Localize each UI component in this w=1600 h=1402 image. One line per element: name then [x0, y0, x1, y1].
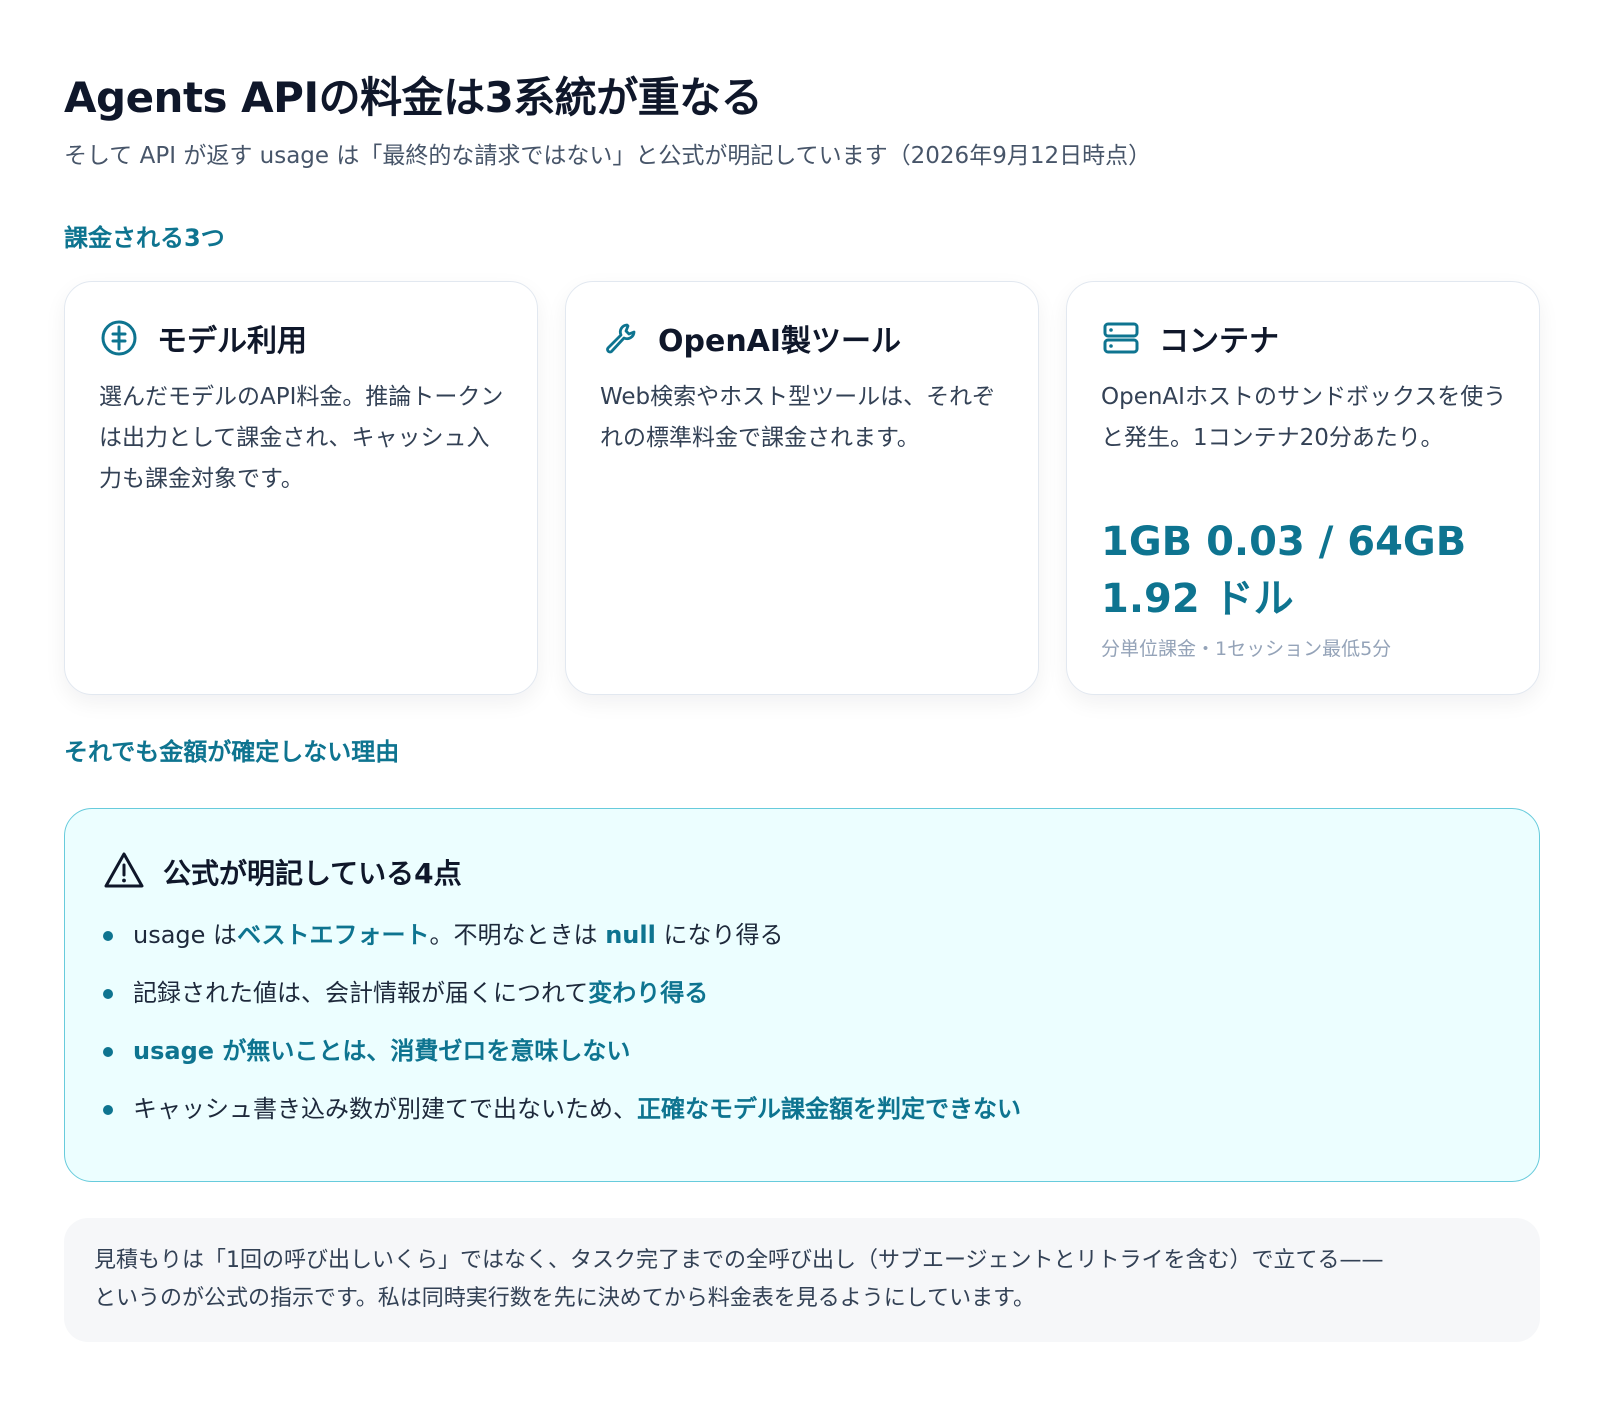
page-subtitle: そして API が返す usage は「最終的な請求ではない」と公式が明記してい… — [64, 143, 1152, 169]
notice-list: usage はベストエフォート。不明なときは null になり得る 記録された値は… — [103, 919, 1021, 1151]
card-description: OpenAIホストのサンドボックスを使うと発生。1コンテナ20分あたり。 — [1101, 384, 1507, 451]
notice-list-item: 記録された値は、会計情報が届くにつれて変わり得る — [103, 977, 1021, 1009]
card-model-usage: モデル利用 選んだモデルのAPI料金。推論トークンは出力として課金され、キャッシ… — [64, 281, 538, 695]
card-description: Web検索やホスト型ツールは、それぞれの標準料金で課金されます。 — [600, 384, 996, 451]
server-icon — [1101, 318, 1141, 358]
notice-title: 公式が明記している4点 — [163, 857, 462, 890]
card-title: OpenAI製ツール — [658, 324, 902, 359]
highlighted-text: 正確なモデル課金額を判定できない — [637, 1095, 1021, 1123]
estimate-note: 見積もりは「1回の呼び出しいくら」ではなく、タスク完了までの全呼び出し（サブエー… — [64, 1218, 1540, 1342]
highlighted-text: usage が無いことは、消費ゼロを意味しない — [133, 1037, 631, 1065]
page-title: Agents APIの料金は3系統が重なる — [64, 73, 763, 122]
card-container: コンテナ OpenAIホストのサンドボックスを使うと発生。1コンテナ20分あたり… — [1066, 281, 1540, 695]
warning-triangle-icon — [103, 851, 145, 893]
item-text: 。不明なときは — [429, 921, 606, 949]
highlighted-text: null — [605, 921, 656, 949]
card-openai-tools: OpenAI製ツール Web検索やホスト型ツールは、それぞれの標準料金で課金され… — [565, 281, 1039, 695]
dollar-circle-icon — [99, 318, 139, 358]
card-description: 選んだモデルのAPI料金。推論トークンは出力として課金され、キャッシュ入力も課金… — [99, 384, 504, 492]
item-text: になり得る — [655, 921, 784, 949]
official-notice-box: 公式が明記している4点 usage はベストエフォート。不明なときは null … — [64, 808, 1540, 1182]
notice-list-item: usage はベストエフォート。不明なときは null になり得る — [103, 919, 1021, 951]
wrench-icon — [600, 318, 640, 358]
card-header: コンテナ — [1101, 316, 1279, 360]
card-header: モデル利用 — [99, 316, 307, 360]
highlighted-text: ベストエフォート — [237, 921, 430, 949]
billing-section-label: 課金される3つ — [64, 224, 225, 252]
notice-list-item: usage が無いことは、消費ゼロを意味しない — [103, 1035, 1021, 1067]
estimate-note-line-2: というのが公式の指示です。私は同時実行数を先に決めてから料金表を見るようにしてい… — [94, 1286, 1035, 1311]
estimate-note-line-1: 見積もりは「1回の呼び出しいくら」ではなく、タスク完了までの全呼び出し（サブエー… — [94, 1248, 1384, 1273]
notice-list-item: キャッシュ書き込み数が別建てで出ないため、正確なモデル課金額を判定できない — [103, 1093, 1021, 1125]
highlighted-text: 変わり得る — [588, 979, 709, 1007]
card-title: コンテナ — [1159, 324, 1279, 359]
card-title: モデル利用 — [157, 324, 307, 359]
item-text: キャッシュ書き込み数が別建てで出ないため、 — [133, 1095, 637, 1123]
container-price: 1GB 0.03 / 64GB 1.92 ドル — [1101, 519, 1467, 622]
item-text: usage は — [133, 921, 238, 949]
item-text: 記録された値は、会計情報が届くにつれて — [133, 979, 589, 1007]
billing-cards: モデル利用 選んだモデルのAPI料金。推論トークンは出力として課金され、キャッシ… — [64, 281, 1540, 697]
uncertainty-section-label: それでも金額が確定しない理由 — [64, 738, 400, 766]
notice-header: 公式が明記している4点 — [103, 851, 462, 893]
card-header: OpenAI製ツール — [600, 316, 901, 360]
container-billing-note: 分単位課金・1セッション最低5分 — [1101, 638, 1392, 660]
